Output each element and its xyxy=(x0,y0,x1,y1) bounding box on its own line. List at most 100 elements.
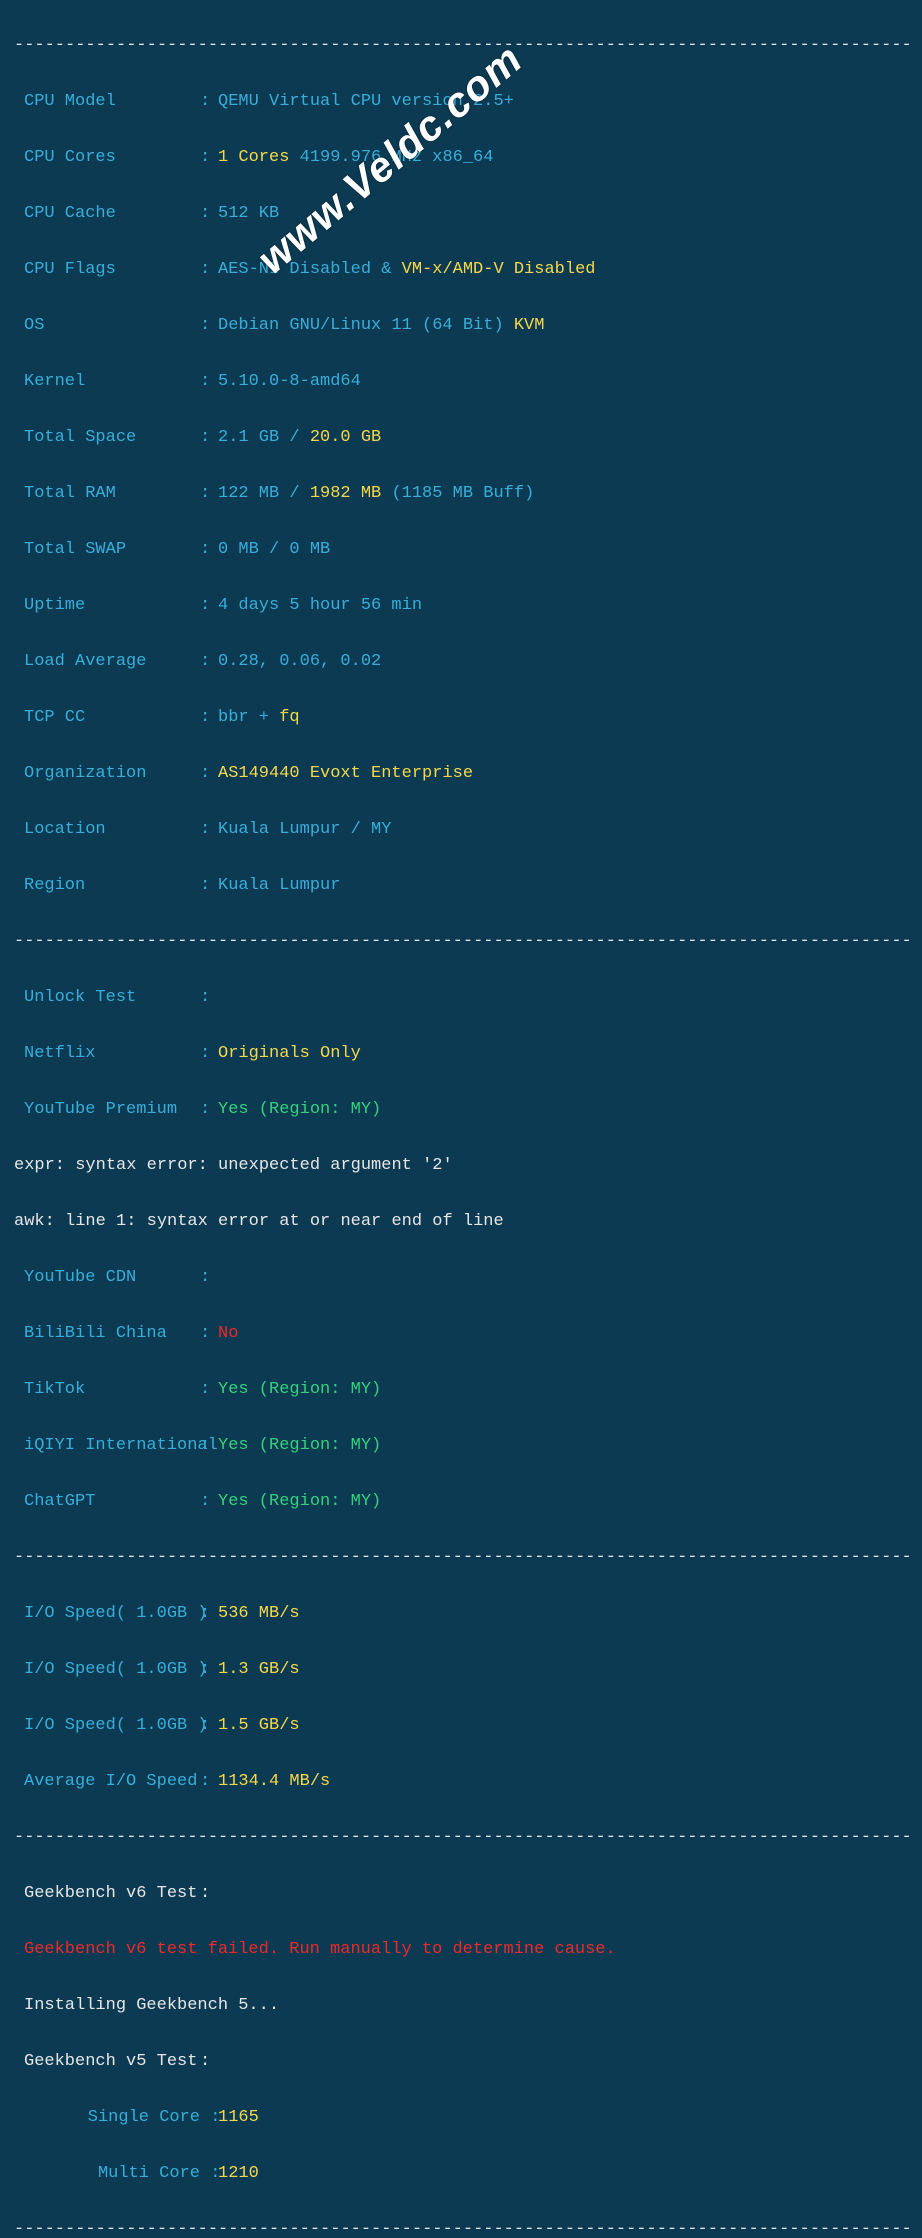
colon: : xyxy=(200,816,218,844)
value: Yes (Region: MY) xyxy=(218,1380,381,1399)
colon: : xyxy=(200,1096,218,1124)
colon: : xyxy=(200,144,218,172)
value: KVM xyxy=(514,316,545,335)
row-error-expr: expr: syntax error: unexpected argument … xyxy=(14,1152,908,1180)
value: 512 KB xyxy=(218,204,279,223)
value: AES-NI Disabled & xyxy=(218,260,402,279)
value: Installing Geekbench 5... xyxy=(24,1996,279,2015)
value: 1210 xyxy=(218,2164,259,2183)
colon: : xyxy=(200,1264,218,1292)
colon: : xyxy=(200,1768,218,1796)
label: CPU Model xyxy=(24,88,200,116)
colon: : xyxy=(200,704,218,732)
colon: : xyxy=(200,1488,218,1516)
colon: : xyxy=(200,88,218,116)
label: ChatGPT xyxy=(24,1488,200,1516)
label: TikTok xyxy=(24,1376,200,1404)
value: 1165 xyxy=(218,2108,259,2127)
label: Single Core xyxy=(24,2104,200,2132)
row-total-swap: Total SWAP:0 MB / 0 MB xyxy=(14,536,908,564)
value: (1185 MB Buff) xyxy=(391,484,534,503)
colon: : xyxy=(200,872,218,900)
colon: : xyxy=(200,2104,218,2132)
label: Organization xyxy=(24,760,200,788)
label: CPU Cores xyxy=(24,144,200,172)
value: VM-x/AMD-V Disabled xyxy=(402,260,596,279)
colon: : xyxy=(200,480,218,508)
label: Unlock Test xyxy=(24,984,200,1012)
value: 0 MB / 0 MB xyxy=(218,540,330,559)
value: 5.10.0-8-amd64 xyxy=(218,372,361,391)
colon: : xyxy=(200,2160,218,2188)
row-org: Organization:AS149440 Evoxt Enterprise xyxy=(14,760,908,788)
label: YouTube CDN xyxy=(24,1264,200,1292)
row-cpu-model: CPU Model:QEMU Virtual CPU version 2.5+ xyxy=(14,88,908,116)
colon: : xyxy=(200,592,218,620)
label: I/O Speed( 1.0GB ) xyxy=(24,1600,200,1628)
row-total-space: Total Space:2.1 GB / 20.0 GB xyxy=(14,424,908,452)
value: 1.5 GB/s xyxy=(218,1716,300,1735)
value: 1.3 GB/s xyxy=(218,1660,300,1679)
terminal-output: ----------------------------------------… xyxy=(0,0,922,2238)
value: Yes (Region: MY) xyxy=(218,1100,381,1119)
separator: ----------------------------------------… xyxy=(14,2216,908,2238)
colon: : xyxy=(200,312,218,340)
colon: : xyxy=(200,536,218,564)
label: Total SWAP xyxy=(24,536,200,564)
value: 122 MB / xyxy=(218,484,310,503)
label: Total RAM xyxy=(24,480,200,508)
row-region: Region:Kuala Lumpur xyxy=(14,872,908,900)
value: 1 Cores xyxy=(218,148,289,167)
value: 1134.4 MB/s xyxy=(218,1772,330,1791)
label: OS xyxy=(24,312,200,340)
row-geek-single: Single Core :1165 xyxy=(14,2104,908,2132)
value: 2.1 GB / xyxy=(218,428,310,447)
row-netflix: Netflix:Originals Only xyxy=(14,1040,908,1068)
separator: ----------------------------------------… xyxy=(14,928,908,956)
row-unlock-header: Unlock Test: xyxy=(14,984,908,1012)
row-chatgpt: ChatGPT:Yes (Region: MY) xyxy=(14,1488,908,1516)
value: Yes (Region: MY) xyxy=(218,1436,381,1455)
colon: : xyxy=(200,1376,218,1404)
label: Uptime xyxy=(24,592,200,620)
colon: : xyxy=(200,1432,218,1460)
value: 4 days 5 hour 56 min xyxy=(218,596,422,615)
value: 20.0 GB xyxy=(310,428,381,447)
row-os: OS:Debian GNU/Linux 11 (64 Bit) KVM xyxy=(14,312,908,340)
row-kernel: Kernel:5.10.0-8-amd64 xyxy=(14,368,908,396)
row-youtube-premium: YouTube Premium:Yes (Region: MY) xyxy=(14,1096,908,1124)
colon: : xyxy=(200,368,218,396)
row-cpu-cores: CPU Cores:1 Cores 4199.976 MHz x86_64 xyxy=(14,144,908,172)
colon: : xyxy=(200,1880,218,1908)
row-error-awk: awk: line 1: syntax error at or near end… xyxy=(14,1208,908,1236)
value: Geekbench v6 test failed. Run manually t… xyxy=(24,1940,616,1959)
value: QEMU Virtual CPU version 2.5+ xyxy=(218,92,514,111)
colon: : xyxy=(200,200,218,228)
value: Kuala Lumpur xyxy=(218,876,340,895)
label: TCP CC xyxy=(24,704,200,732)
label: Region xyxy=(24,872,200,900)
label: CPU Flags xyxy=(24,256,200,284)
value: Debian GNU/Linux 11 (64 Bit) xyxy=(218,316,514,335)
colon: : xyxy=(200,1600,218,1628)
value: AS149440 Evoxt Enterprise xyxy=(218,764,473,783)
label: Multi Core xyxy=(24,2160,200,2188)
row-io-2: I/O Speed( 1.0GB ):1.3 GB/s xyxy=(14,1656,908,1684)
label: iQIYI International xyxy=(24,1432,200,1460)
row-load-avg: Load Average:0.28, 0.06, 0.02 xyxy=(14,648,908,676)
row-geek-v6: Geekbench v6 Test: xyxy=(14,1880,908,1908)
label: Average I/O Speed xyxy=(24,1768,200,1796)
value: 1982 MB xyxy=(310,484,392,503)
row-location: Location:Kuala Lumpur / MY xyxy=(14,816,908,844)
label: YouTube Premium xyxy=(24,1096,200,1124)
colon: : xyxy=(200,1320,218,1348)
value: No xyxy=(218,1324,238,1343)
row-bilibili: BiliBili China:No xyxy=(14,1320,908,1348)
row-total-ram: Total RAM:122 MB / 1982 MB (1185 MB Buff… xyxy=(14,480,908,508)
label: CPU Cache xyxy=(24,200,200,228)
row-geek-fail: Geekbench v6 test failed. Run manually t… xyxy=(14,1936,908,1964)
colon: : xyxy=(200,2048,218,2076)
separator: ----------------------------------------… xyxy=(14,1824,908,1852)
separator: ----------------------------------------… xyxy=(14,32,908,60)
separator: ----------------------------------------… xyxy=(14,1544,908,1572)
